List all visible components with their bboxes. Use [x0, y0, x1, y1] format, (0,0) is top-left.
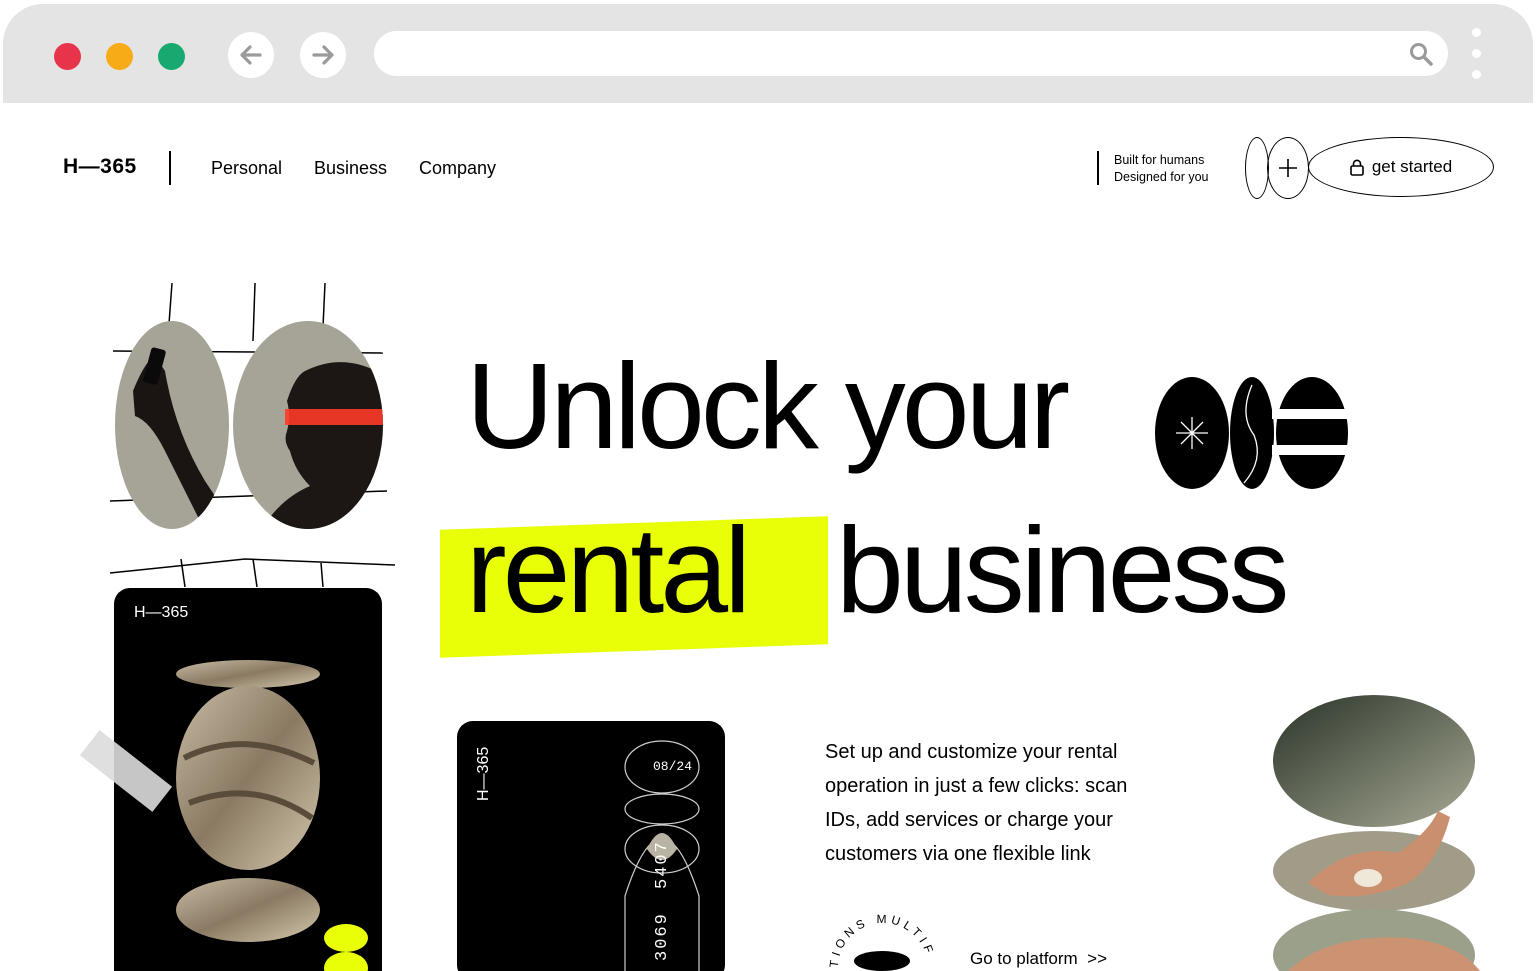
logo-divider [169, 151, 171, 185]
nav-personal[interactable]: Personal [211, 158, 282, 179]
tagline: Built for humans Designed for you [1114, 152, 1209, 186]
plus-icon [1279, 159, 1297, 177]
nav-company[interactable]: Company [419, 158, 496, 179]
arrow-left-icon [240, 45, 262, 65]
card-mid: H—365 08/24 3069 5407 [457, 721, 725, 971]
minimize-window-dot[interactable] [106, 43, 133, 70]
nav-business[interactable]: Business [314, 158, 387, 179]
hero-description: Set up and customize your rental operati… [825, 741, 1128, 865]
search-icon[interactable] [1408, 41, 1434, 67]
photo-collage [109, 282, 395, 588]
maximize-window-dot[interactable] [158, 43, 185, 70]
hand-photo-stack [1273, 695, 1480, 971]
hero-line-2: business [836, 502, 1290, 638]
rotating-badge: TIONS MULTIF [827, 913, 933, 971]
add-button[interactable] [1267, 137, 1309, 199]
selfie-photo [115, 321, 229, 529]
browser-menu-icon[interactable] [1469, 28, 1483, 88]
address-bar[interactable] [374, 31, 1448, 78]
webpage: H—365 Personal Business Company Built fo… [0, 103, 1537, 971]
get-started-button[interactable]: get started [1308, 137, 1494, 197]
go-to-platform-label: Go to platform [970, 949, 1078, 968]
lock-icon [1350, 159, 1364, 176]
close-window-dot[interactable] [54, 43, 81, 70]
forward-button[interactable] [300, 32, 346, 78]
arrow-right-icon [312, 45, 334, 65]
url-input[interactable] [394, 31, 1398, 78]
card-number-part2: 5407 [653, 840, 672, 889]
tagline-divider [1097, 151, 1099, 185]
hero-highlight-word: rental [466, 502, 751, 638]
get-started-label: get started [1371, 157, 1453, 176]
hero-line-1: Unlock your [466, 338, 1070, 474]
portrait-photo [233, 321, 383, 529]
go-to-platform-link[interactable]: Go to platform >> [970, 949, 1107, 969]
browser-toolbar [3, 4, 1533, 103]
double-chevron-right-icon: >> [1082, 949, 1108, 968]
back-button[interactable] [228, 32, 274, 78]
decorative-ovals [1155, 377, 1350, 489]
card-number-part1: 3069 [653, 912, 672, 961]
card-expiry: 08/24 [653, 759, 693, 774]
tagline-line-2: Designed for you [1114, 170, 1209, 184]
decorative-ring [1245, 137, 1269, 199]
tagline-line-1: Built for humans [1114, 153, 1205, 167]
site-logo[interactable]: H—365 [63, 155, 137, 179]
